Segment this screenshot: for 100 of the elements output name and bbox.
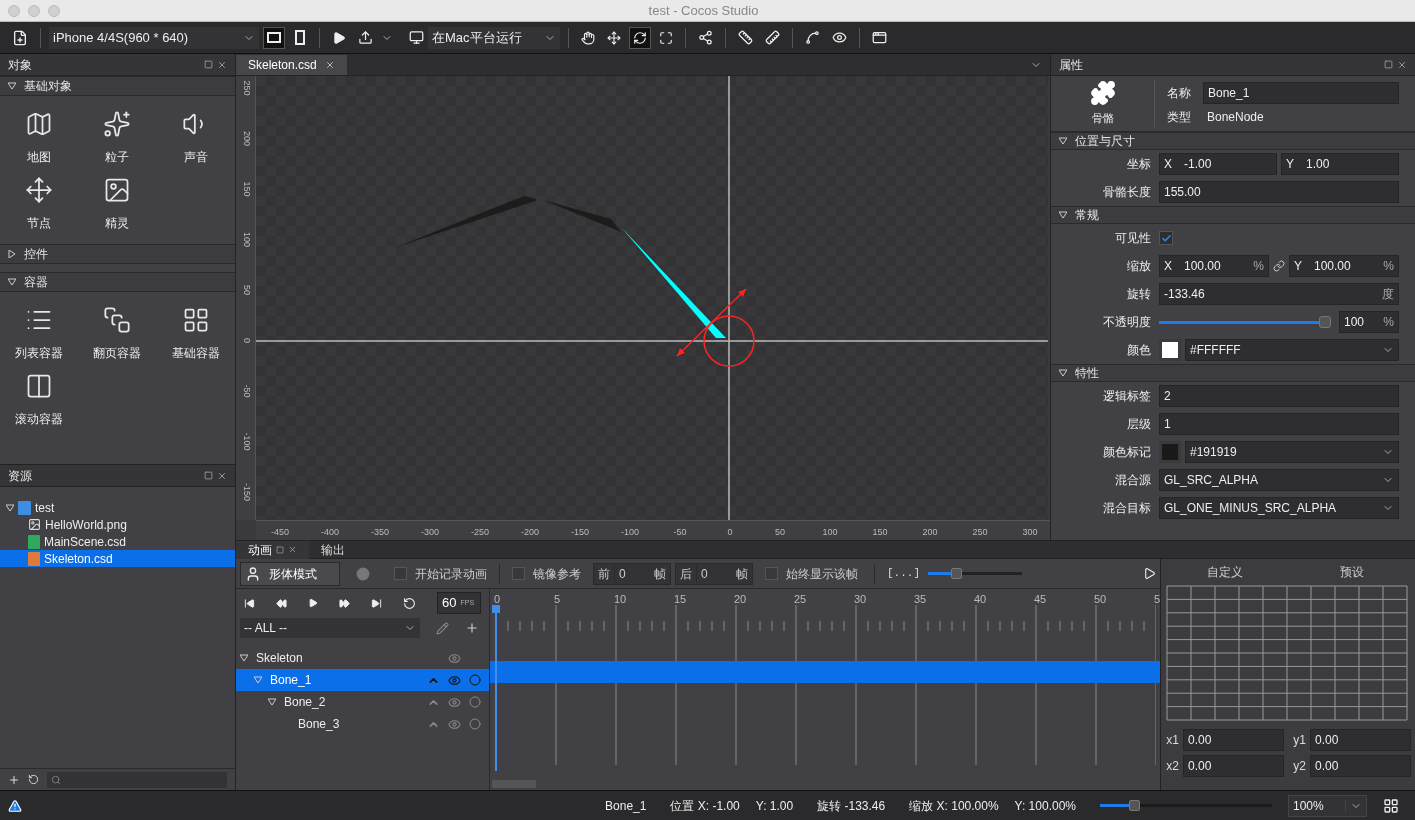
close-icon[interactable]: [1397, 59, 1407, 70]
section-header[interactable]: 控件: [0, 244, 235, 264]
loop-icon[interactable]: [403, 596, 416, 610]
eye-icon[interactable]: [832, 30, 847, 45]
float-icon[interactable]: [1384, 60, 1393, 69]
nodes-icon[interactable]: [698, 30, 713, 45]
curve-value-field[interactable]: 0.00: [1310, 729, 1411, 751]
y-field[interactable]: Y 1.00: [1281, 153, 1399, 175]
circle-icon[interactable]: [469, 696, 481, 708]
zoom-slider[interactable]: [928, 567, 1022, 580]
object-label[interactable]: 精灵: [105, 214, 130, 232]
file-tree-item[interactable]: HelloWorld.png: [0, 516, 235, 533]
play-icon[interactable]: [1143, 567, 1156, 580]
checkbox[interactable]: [512, 567, 525, 580]
float-icon[interactable]: [204, 60, 213, 69]
file-tree-item[interactable]: MainScene.csd: [0, 533, 235, 550]
slider-thumb[interactable]: [1129, 800, 1141, 811]
collapse-triangle-icon[interactable]: [8, 278, 16, 286]
curve-icon[interactable]: [805, 30, 820, 45]
warning-icon[interactable]: [8, 798, 22, 813]
checkbox[interactable]: [1159, 231, 1173, 245]
add-icon[interactable]: [465, 621, 479, 635]
section-header[interactable]: 基础对象: [0, 76, 235, 96]
new-file-icon[interactable]: [12, 29, 28, 46]
window-layout-icon[interactable]: [872, 30, 887, 45]
x-field[interactable]: X 100.00 %: [1159, 255, 1269, 277]
expand-triangle-icon[interactable]: [8, 250, 16, 258]
bone-add-icon[interactable]: [356, 566, 370, 581]
dropdown[interactable]: GL_ONE_MINUS_SRC_ALPHA: [1159, 497, 1399, 519]
bone-tree-item[interactable]: Skeleton: [236, 647, 489, 669]
link-icon[interactable]: [1273, 260, 1285, 272]
object-label[interactable]: 基础容器: [171, 344, 220, 362]
refresh-icon[interactable]: [28, 774, 39, 785]
close-icon[interactable]: [324, 60, 335, 70]
input-field[interactable]: 100 %: [1339, 311, 1399, 333]
checkbox[interactable]: [765, 567, 778, 580]
collapse-triangle-icon[interactable]: [268, 698, 276, 706]
slider-thumb[interactable]: [951, 568, 963, 579]
checkbox[interactable]: [394, 567, 407, 580]
section-header[interactable]: 容器: [0, 272, 235, 292]
layout-icon[interactable]: [1383, 797, 1399, 814]
landscape-button[interactable]: [263, 26, 285, 49]
fast-forward-icon[interactable]: [339, 597, 350, 609]
close-icon[interactable]: [288, 545, 297, 554]
float-icon[interactable]: [204, 471, 213, 480]
curve-tab[interactable]: 自定义: [1161, 563, 1288, 581]
object-label[interactable]: 翻页容器: [93, 344, 142, 362]
slider-thumb[interactable]: [1319, 316, 1331, 328]
bone-tree-item[interactable]: Bone_1: [236, 669, 489, 691]
body-mode-button[interactable]: 形体模式: [240, 561, 340, 586]
object-label[interactable]: 粒子: [105, 148, 130, 166]
opacity-slider[interactable]: [1159, 315, 1331, 329]
zoom-slider[interactable]: [1100, 799, 1272, 812]
collapse-triangle-icon[interactable]: [240, 654, 248, 662]
publish-icon[interactable]: [358, 30, 373, 45]
collapse-triangle-icon[interactable]: [1059, 211, 1067, 219]
name-field[interactable]: Bone_1: [1203, 81, 1399, 104]
object-label[interactable]: 滚动容器: [15, 410, 64, 428]
collapse-triangle-icon[interactable]: [6, 503, 14, 512]
object-label[interactable]: 地图: [27, 148, 52, 166]
input-field[interactable]: 2: [1159, 385, 1399, 407]
section-header[interactable]: 常规: [1051, 206, 1415, 224]
color-swatch[interactable]: [1159, 441, 1181, 463]
input-field[interactable]: 155.00: [1159, 181, 1399, 203]
object-label[interactable]: 节点: [27, 214, 52, 232]
curve-value-field[interactable]: 0.00: [1183, 729, 1284, 751]
device-dropdown[interactable]: iPhone 4/4S(960 * 640): [49, 26, 259, 49]
color-dropdown[interactable]: #191919: [1185, 441, 1399, 463]
file-tree-item[interactable]: test: [0, 499, 235, 516]
input-field[interactable]: -133.46 度: [1159, 283, 1399, 305]
curve-value-field[interactable]: 0.00: [1183, 755, 1284, 777]
zoom-dropdown[interactable]: 100%: [1288, 794, 1367, 817]
close-icon[interactable]: [217, 470, 227, 481]
input-field[interactable]: 1: [1159, 413, 1399, 435]
search-field[interactable]: [47, 771, 227, 788]
file-tree-item[interactable]: Skeleton.csd: [0, 550, 235, 567]
bone-tree-item[interactable]: Bone_2: [236, 691, 489, 713]
section-header[interactable]: 特性: [1051, 364, 1415, 382]
color-swatch[interactable]: [1159, 339, 1181, 361]
object-label[interactable]: 声音: [183, 148, 208, 166]
collapse-triangle-icon[interactable]: [8, 82, 16, 90]
document-tab[interactable]: Skeleton.csd: [236, 55, 347, 75]
object-label[interactable]: 列表容器: [15, 344, 64, 362]
curve-tab[interactable]: 预设: [1288, 563, 1415, 581]
fit-button[interactable]: [...]: [883, 565, 924, 582]
section-header[interactable]: 位置与尺寸: [1051, 132, 1415, 150]
tool-button[interactable]: [629, 26, 651, 49]
bone-tree-item[interactable]: Bone_3: [236, 713, 489, 735]
run-target-dropdown[interactable]: 在Mac平台运行: [428, 26, 560, 49]
after-frames-field[interactable]: 后 0 帧: [675, 562, 753, 585]
rewind-icon[interactable]: [276, 597, 287, 609]
close-icon[interactable]: [217, 59, 227, 70]
before-frames-field[interactable]: 前 0 帧: [593, 562, 671, 585]
panel-tab[interactable]: 输出: [309, 540, 357, 559]
collapse-triangle-icon[interactable]: [1059, 369, 1067, 377]
curve-value-field[interactable]: 0.00: [1310, 755, 1411, 777]
play-icon[interactable]: [308, 598, 318, 608]
color-dropdown[interactable]: #FFFFFF: [1185, 339, 1399, 361]
ruler-icon[interactable]: [765, 30, 780, 45]
circle-icon[interactable]: [469, 674, 481, 686]
